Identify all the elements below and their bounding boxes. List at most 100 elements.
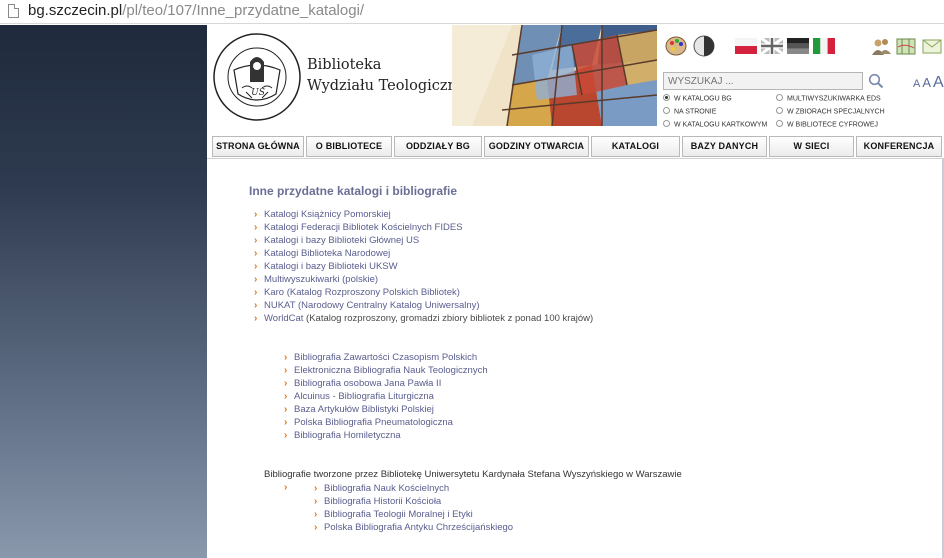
radio-dot (663, 120, 670, 127)
url-path: /pl/teo/107/Inne_przydatne_katalogi/ (122, 2, 365, 19)
bibliography-link[interactable]: Baza Artykułów Biblistyki Polskiej (294, 404, 434, 415)
font-size-switcher: AAA (913, 74, 944, 92)
catalog-link[interactable]: WorldCat (264, 313, 303, 324)
page-title: Inne przydatne katalogi i bibliografie (249, 184, 458, 198)
flag-pl-icon[interactable] (735, 38, 757, 54)
list-item: Multiwyszukiwarki (polskie) (254, 273, 593, 286)
catalog-link[interactable]: Katalogi i bazy Biblioteki Głównej US (264, 235, 419, 246)
nav-katalogi[interactable]: KATALOGI (591, 136, 680, 157)
radio-label: W BIBLIOTECE CYFROWEJ (787, 121, 879, 129)
browser-address-bar[interactable]: bg.szczecin.pl/pl/teo/107/Inne_przydatne… (0, 0, 944, 24)
list-item: Bibliografia Zawartości Czasopism Polski… (284, 351, 488, 364)
font-size-large[interactable]: A (933, 74, 944, 91)
radio-katalog-bg[interactable]: W KATALOGU BG (663, 94, 732, 103)
nav-w-sieci[interactable]: W SIECI (769, 136, 854, 157)
radio-label: W KATALOGU KARTKOWYM (674, 121, 768, 129)
catalog-link[interactable]: Katalogi Biblioteka Narodowej (264, 248, 390, 259)
main-content: Inne przydatne katalogi i bibliografie K… (207, 160, 942, 558)
uksw-bibliography-link[interactable]: Polska Bibliografia Antyku Chrześcijańsk… (324, 522, 513, 533)
radio-label: W KATALOGU BG (674, 95, 732, 103)
list-item: NUKAT (Narodowy Centralny Katalog Uniwer… (254, 299, 593, 312)
radio-katalog-kartkowy[interactable]: W KATALOGU KARTKOWYM (663, 120, 768, 129)
radio-dot (663, 107, 670, 114)
list-item: Karo (Katalog Rozproszony Polskich Bibli… (254, 286, 593, 299)
radio-dot (776, 94, 783, 101)
list-item: Polska Bibliografia Antyku Chrześcijańsk… (314, 521, 513, 534)
font-size-medium[interactable]: A (922, 75, 931, 90)
palette-icon[interactable] (665, 35, 687, 57)
main-navigation: STRONA GŁÓWNA O BIBLIOTECE ODDZIAŁY BG G… (207, 133, 944, 159)
envelope-icon[interactable] (921, 35, 943, 57)
nav-o-bibliotece[interactable]: O BIBLIOTECE (306, 136, 392, 157)
university-seal-logo[interactable]: US (212, 30, 302, 125)
radio-na-stronie[interactable]: NA STRONIE (663, 107, 717, 116)
catalog-link[interactable]: Katalogi Książnicy Pomorskiej (264, 209, 391, 220)
radio-biblioteka-cyfrowa[interactable]: W BIBLIOTECE CYFROWEJ (776, 120, 879, 129)
radio-dot (776, 107, 783, 114)
site-header: US Biblioteka Wydziału Teologicznego WYS… (207, 25, 944, 133)
nav-oddzialy-bg[interactable]: ODDZIAŁY BG (394, 136, 482, 157)
left-background-strip (0, 25, 207, 558)
uksw-bibliography-link[interactable]: Bibliografia Nauk Kościelnych (324, 483, 449, 494)
uksw-bibliography-link[interactable]: Bibliografia Historii Kościoła (324, 496, 441, 507)
radio-multiwyszukiwarka-eds[interactable]: MULTIWYSZUKIWARKA EDS (776, 94, 881, 103)
uksw-bibliography-list: Bibliografia Nauk Kościelnych Bibliograf… (314, 482, 513, 534)
flag-de-icon[interactable] (787, 38, 809, 54)
bibliography-link[interactable]: Bibliografia Zawartości Czasopism Polski… (294, 352, 477, 363)
list-item: Bibliografia Teologii Moralnej i Etyki (314, 508, 513, 521)
nav-konferencja[interactable]: KONFERENCJA (856, 136, 942, 157)
catalog-link[interactable]: Karo (Katalog Rozproszony Polskich Bibli… (264, 287, 460, 298)
list-item: Katalogi Książnicy Pomorskiej (254, 208, 593, 221)
list-item: Katalogi i bazy Biblioteki Głównej US (254, 234, 593, 247)
list-item: Alcuinus - Bibliografia Liturgiczna (284, 390, 488, 403)
nav-bazy-danych[interactable]: BAZY DANYCH (682, 136, 767, 157)
page-icon (8, 4, 19, 18)
bibliography-link[interactable]: Bibliografia osobowa Jana Pawła II (294, 378, 441, 389)
contrast-icon[interactable] (693, 35, 715, 57)
url-domain: bg.szczecin.pl (28, 2, 123, 19)
bibliography-link[interactable]: Polska Bibliografia Pneumatologiczna (294, 417, 453, 428)
radio-label: NA STRONIE (674, 108, 717, 116)
list-item: Katalogi Federacji Bibliotek Kościelnych… (254, 221, 593, 234)
search-input[interactable] (663, 72, 863, 90)
radio-dot (776, 120, 783, 127)
radio-label: W ZBIORACH SPECJALNYCH (787, 108, 885, 116)
uksw-note: Bibliografie tworzone przez Bibliotekę U… (264, 469, 682, 480)
list-item: Katalogi Biblioteka Narodowej (254, 247, 593, 260)
catalog-link[interactable]: Katalogi Federacji Bibliotek Kościelnych… (264, 222, 463, 233)
list-item: Polska Bibliografia Pneumatologiczna (284, 416, 488, 429)
uksw-bibliography-link[interactable]: Bibliografia Teologii Moralnej i Etyki (324, 509, 473, 520)
nav-strona-glowna[interactable]: STRONA GŁÓWNA (212, 136, 304, 157)
search-icon[interactable] (868, 73, 884, 89)
flag-en-icon[interactable] (761, 38, 783, 54)
flag-it-icon[interactable] (813, 38, 835, 54)
list-item: WorldCat (Katalog rozproszony, gromadzi … (254, 312, 593, 325)
catalog-link[interactable]: Katalogi i bazy Biblioteki UKSW (264, 261, 398, 272)
bibliography-links-list: Bibliografia Zawartości Czasopism Polski… (284, 351, 488, 442)
catalog-link[interactable]: NUKAT (Narodowy Centralny Katalog Uniwer… (264, 300, 480, 311)
map-icon[interactable] (895, 35, 917, 57)
font-size-small[interactable]: A (913, 78, 920, 90)
catalog-links-list: Katalogi Książnicy Pomorskiej Katalogi F… (254, 208, 593, 325)
search-scope-options: W KATALOGU BG MULTIWYSZUKIWARKA EDS NA S… (663, 94, 943, 135)
header-tool-icons (665, 35, 944, 61)
nav-godziny-otwarcia[interactable]: GODZINY OTWARCIA (484, 136, 589, 157)
radio-dot (663, 94, 670, 101)
bibliography-link[interactable]: Alcuinus - Bibliografia Liturgiczna (294, 391, 434, 402)
list-item: Bibliografia Homiletyczna (284, 429, 488, 442)
stained-glass-banner (452, 25, 657, 126)
users-icon[interactable] (870, 35, 892, 57)
list-item: Baza Artykułów Biblistyki Polskiej (284, 403, 488, 416)
list-item: Bibliografia Historii Kościoła (314, 495, 513, 508)
bibliography-link[interactable]: Bibliografia Homiletyczna (294, 430, 401, 441)
list-item: Bibliografia osobowa Jana Pawła II (284, 377, 488, 390)
catalog-description: (Katalog rozproszony, gromadzi zbiory bi… (303, 313, 594, 324)
catalog-link[interactable]: Multiwyszukiwarki (polskie) (264, 274, 378, 285)
radio-label: MULTIWYSZUKIWARKA EDS (787, 95, 881, 103)
radio-zbiory-specjalne[interactable]: W ZBIORACH SPECJALNYCH (776, 107, 885, 116)
list-item: Katalogi i bazy Biblioteki UKSW (254, 260, 593, 273)
url-text[interactable]: bg.szczecin.pl/pl/teo/107/Inne_przydatne… (28, 2, 364, 19)
seal-mark: US (251, 88, 265, 98)
bibliography-link[interactable]: Elektroniczna Bibliografia Nauk Teologic… (294, 365, 488, 376)
list-item: Bibliografia Nauk Kościelnych (314, 482, 513, 495)
